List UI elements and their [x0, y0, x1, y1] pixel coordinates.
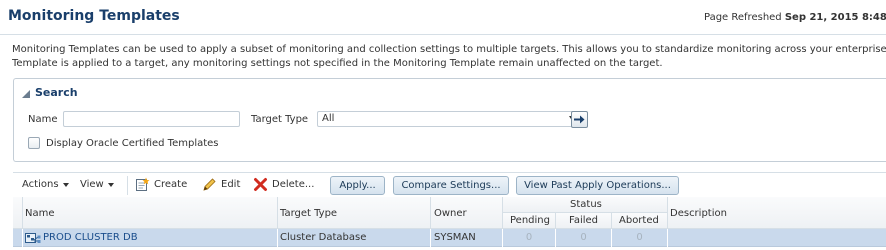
column-header-name-label: Name	[25, 208, 55, 219]
column-header-name[interactable]: Name	[23, 197, 278, 229]
certified-templates-label: Display Oracle Certified Templates	[46, 138, 219, 149]
row-target-type-cell: Cluster Database	[278, 229, 431, 247]
intro-line-1: Monitoring Templates can be used to appl…	[12, 44, 886, 55]
column-header-failed[interactable]: Failed	[556, 213, 612, 229]
edit-button-label: Edit	[221, 179, 241, 190]
column-header-owner-label: Owner	[434, 208, 467, 219]
row-selector-header	[13, 197, 23, 229]
name-label: Name	[28, 114, 58, 125]
page-refreshed-value: Sep 21, 2015 8:48:	[784, 12, 886, 23]
page-refreshed: Page Refreshed Sep 21, 2015 8:48:	[704, 12, 886, 23]
view-past-apply-button[interactable]: View Past Apply Operations...	[516, 176, 679, 195]
compare-settings-button[interactable]: Compare Settings...	[393, 176, 509, 195]
column-header-description[interactable]: Description	[668, 197, 886, 229]
chevron-down-icon	[107, 182, 114, 187]
certified-templates-checkbox[interactable]	[28, 137, 40, 149]
row-failed-cell: 0	[556, 229, 612, 247]
view-menu[interactable]: View	[80, 179, 114, 190]
column-header-status-label: Status	[570, 199, 602, 210]
edit-pencil-icon	[203, 178, 216, 191]
row-pending-cell: 0	[503, 229, 556, 247]
delete-button[interactable]: Delete...	[253, 177, 314, 192]
column-header-owner[interactable]: Owner	[431, 197, 503, 229]
column-header-failed-label: Failed	[569, 215, 599, 226]
template-name-link[interactable]: PROD CLUSTER DB	[43, 229, 138, 247]
page-header: Monitoring Templates Page Refreshed Sep …	[0, 0, 886, 35]
search-go-button[interactable]	[571, 111, 588, 128]
intro-line-2: Template is applied to a target, any mon…	[12, 58, 663, 69]
template-row-icon	[25, 232, 41, 243]
toolbar-divider	[127, 176, 128, 195]
search-title: Search	[35, 86, 78, 99]
row-owner-cell: SYSMAN	[431, 229, 503, 247]
create-button[interactable]: Create	[135, 177, 187, 192]
templates-table: Name Target Type Owner Status Pending Fa…	[13, 197, 886, 250]
search-panel: Search Name Target Type All Display Orac…	[13, 78, 886, 162]
column-header-aborted-label: Aborted	[619, 215, 659, 226]
page-title: Monitoring Templates	[8, 8, 180, 24]
target-type-label: Target Type	[251, 114, 309, 125]
table-row[interactable]: PROD CLUSTER DB Cluster Database SYSMAN …	[13, 229, 886, 247]
column-header-aborted[interactable]: Aborted	[612, 213, 668, 229]
go-arrow-icon	[574, 115, 585, 124]
create-icon	[136, 177, 150, 191]
page-refreshed-label: Page Refreshed	[704, 12, 782, 23]
create-button-label: Create	[154, 179, 188, 190]
column-header-target-type[interactable]: Target Type	[278, 197, 431, 229]
edit-button[interactable]: Edit	[202, 177, 240, 192]
templates-toolbar: Actions View Create Edit Delete... Apply…	[13, 172, 886, 197]
apply-button[interactable]: Apply...	[330, 176, 385, 195]
view-menu-label: View	[80, 179, 104, 190]
row-name-cell[interactable]: PROD CLUSTER DB	[23, 229, 278, 247]
row-description-cell	[668, 229, 886, 247]
column-header-pending-label: Pending	[510, 215, 550, 226]
delete-x-icon	[254, 178, 267, 191]
column-header-target-type-label: Target Type	[280, 208, 338, 219]
delete-button-label: Delete...	[272, 179, 315, 190]
intro-text: Monitoring Templates can be used to appl…	[12, 43, 886, 71]
row-selector[interactable]	[13, 229, 23, 247]
target-type-select[interactable]: All	[317, 111, 582, 127]
name-search-input[interactable]	[63, 111, 240, 127]
actions-menu-label: Actions	[22, 179, 59, 190]
actions-menu[interactable]: Actions	[22, 179, 69, 190]
row-aborted-cell: 0	[612, 229, 668, 247]
column-header-description-label: Description	[670, 208, 727, 219]
search-header[interactable]: Search	[22, 86, 78, 99]
column-header-status: Status	[503, 197, 668, 213]
chevron-down-icon	[62, 182, 69, 187]
target-type-selected: All	[322, 113, 335, 124]
column-header-pending[interactable]: Pending	[503, 213, 556, 229]
collapse-triangle-icon[interactable]	[22, 89, 30, 98]
